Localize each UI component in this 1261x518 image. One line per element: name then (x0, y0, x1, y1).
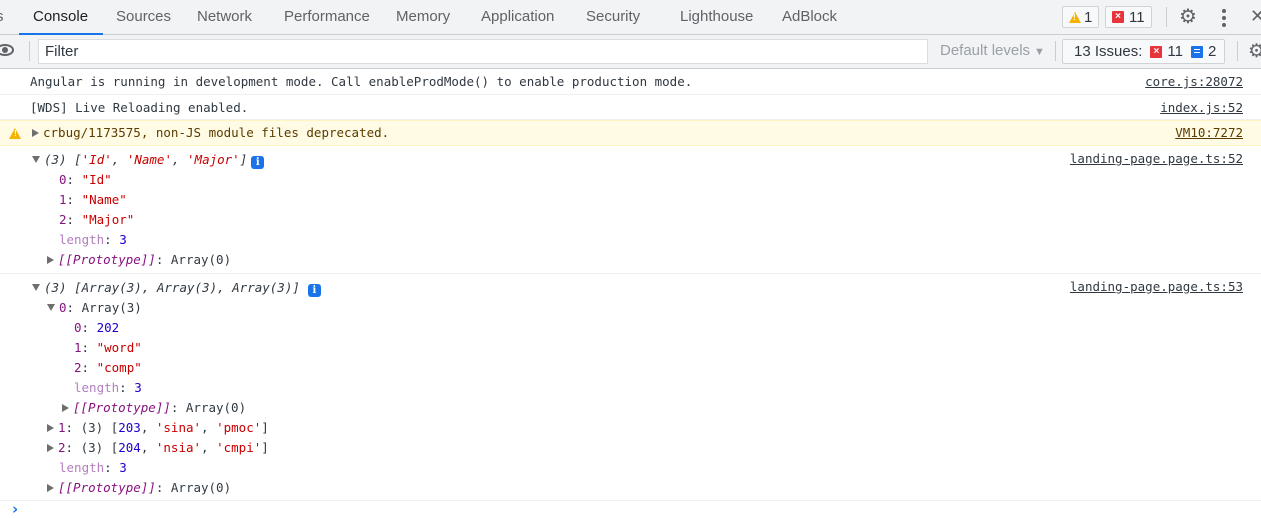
more-options-kebab-icon[interactable] (1222, 9, 1226, 30)
array-length: length: 3 (59, 460, 127, 475)
console-prompt-chevron-icon[interactable]: › (12, 500, 18, 518)
console-message: Angular is running in development mode. … (0, 69, 1261, 95)
message-text: crbug/1173575, non-JS module files depre… (43, 125, 390, 140)
summary-item: 'Major' (187, 152, 240, 167)
array-entry: 0: 202 (74, 320, 120, 335)
tab-network[interactable]: Network (197, 0, 252, 34)
tab-elements-partial[interactable]: s (0, 0, 4, 34)
tab-sources[interactable]: Sources (116, 0, 171, 34)
tab-security[interactable]: Security (586, 0, 640, 34)
array-item-collapsed[interactable]: 2: (3) [204, 'nsia', 'cmpi'] (0, 438, 1261, 458)
issues-info-count: 2 (1207, 43, 1217, 60)
array-prototype[interactable]: [[Prototype]]: Array(0) (0, 398, 1261, 418)
expand-triangle-icon[interactable] (47, 444, 54, 452)
tab-adblock[interactable]: AdBlock (782, 0, 837, 34)
tab-memory[interactable]: Memory (396, 0, 450, 34)
console-log-nested-array: landing-page.page.ts:53 (3) [Array(3), A… (0, 274, 1261, 501)
warnings-count: 1 (1084, 8, 1093, 26)
dropdown-caret-icon: ▼ (1034, 46, 1045, 58)
collapse-triangle-icon[interactable] (32, 284, 40, 291)
array-summary[interactable]: (3) ['Id', 'Name', 'Major'] i (0, 150, 1261, 170)
array-entry: 1: "word" (74, 340, 142, 355)
errors-count: 11 (1129, 8, 1145, 26)
divider (1237, 41, 1238, 61)
array-entry: 2: "comp" (74, 360, 142, 375)
array-length: length: 3 (59, 232, 127, 247)
console-filter-input[interactable] (38, 39, 928, 64)
divider (29, 41, 30, 61)
console-settings-gear-icon[interactable]: ⚙ (1248, 42, 1261, 62)
divider (1166, 7, 1167, 27)
devtools-tab-bar: s Console Sources Network Performance Me… (0, 0, 1261, 35)
expand-triangle-icon[interactable] (47, 484, 54, 492)
console-message: [WDS] Live Reloading enabled. index.js:5… (0, 95, 1261, 120)
message-text: [WDS] Live Reloading enabled. (30, 100, 249, 115)
expand-triangle-icon[interactable] (47, 256, 54, 264)
summary-item: 'Name' (126, 152, 172, 167)
divider (1055, 41, 1056, 61)
log-levels-dropdown[interactable]: Default levels ▼ (940, 42, 1045, 59)
array-prototype[interactable]: [[Prototype]]: Array(0) (0, 250, 1261, 270)
array-prototype[interactable]: [[Prototype]]: Array(0) (0, 478, 1261, 498)
info-icon[interactable]: i (251, 156, 265, 169)
log-levels-label: Default levels (940, 42, 1031, 59)
console-warning-message[interactable]: crbug/1173575, non-JS module files depre… (0, 120, 1261, 146)
tab-console[interactable]: Console (18, 0, 104, 35)
tab-performance[interactable]: Performance (284, 0, 370, 34)
summary-item: 'Id' (81, 152, 112, 167)
source-link[interactable]: core.js:28072 (1145, 69, 1243, 95)
issues-label: 13 Issues: (1074, 43, 1143, 60)
array-entry: 0: "Id" (59, 172, 112, 187)
info-icon[interactable]: i (307, 284, 321, 297)
info-message-icon (1190, 45, 1203, 58)
tab-lighthouse[interactable]: Lighthouse (680, 0, 753, 34)
array-summary-text: (3) [Array(3), Array(3), Array(3)] (44, 280, 300, 295)
collapse-triangle-icon[interactable] (47, 304, 55, 311)
tab-application[interactable]: Application (481, 0, 554, 34)
array-item-expanded[interactable]: 0: Array(3) (0, 298, 1261, 318)
source-link[interactable]: VM10:7272 (1175, 121, 1243, 145)
expand-triangle-icon[interactable] (62, 404, 69, 412)
array-count: (3) (44, 152, 67, 167)
error-icon: × (1150, 45, 1163, 58)
close-devtools-icon[interactable]: ✕ (1250, 6, 1261, 27)
settings-gear-icon[interactable]: ⚙ (1179, 7, 1197, 27)
warning-icon (1069, 11, 1081, 23)
error-icon: × (1112, 11, 1124, 23)
errors-count-button[interactable]: × 11 (1105, 6, 1152, 28)
console-toolbar: Default levels▼ 13 Issues: × 11 2 ⚙ (0, 35, 1261, 69)
source-link[interactable]: index.js:52 (1160, 95, 1243, 120)
array-summary[interactable]: (3) [Array(3), Array(3), Array(3)] i (0, 278, 1261, 298)
message-text: Angular is running in development mode. … (30, 74, 693, 89)
warnings-count-button[interactable]: 1 (1062, 6, 1100, 28)
console-log-array: landing-page.page.ts:52 (3) ['Id', 'Name… (0, 146, 1261, 274)
collapse-triangle-icon[interactable] (32, 156, 40, 163)
issues-errors-count: 11 (1167, 43, 1183, 60)
expand-triangle-icon[interactable] (32, 129, 39, 137)
live-expression-eye-icon[interactable] (0, 44, 14, 56)
array-item-collapsed[interactable]: 1: (3) [203, 'sina', 'pmoc'] (0, 418, 1261, 438)
warning-line: crbug/1173575, non-JS module files depre… (0, 121, 1261, 145)
console-messages: Angular is running in development mode. … (0, 69, 1261, 501)
array-length: length: 3 (74, 380, 142, 395)
expand-triangle-icon[interactable] (47, 424, 54, 432)
array-entry: 1: "Name" (59, 192, 127, 207)
array-entry: 2: "Major" (59, 212, 135, 227)
issues-button[interactable]: 13 Issues: × 11 2 (1062, 39, 1226, 64)
